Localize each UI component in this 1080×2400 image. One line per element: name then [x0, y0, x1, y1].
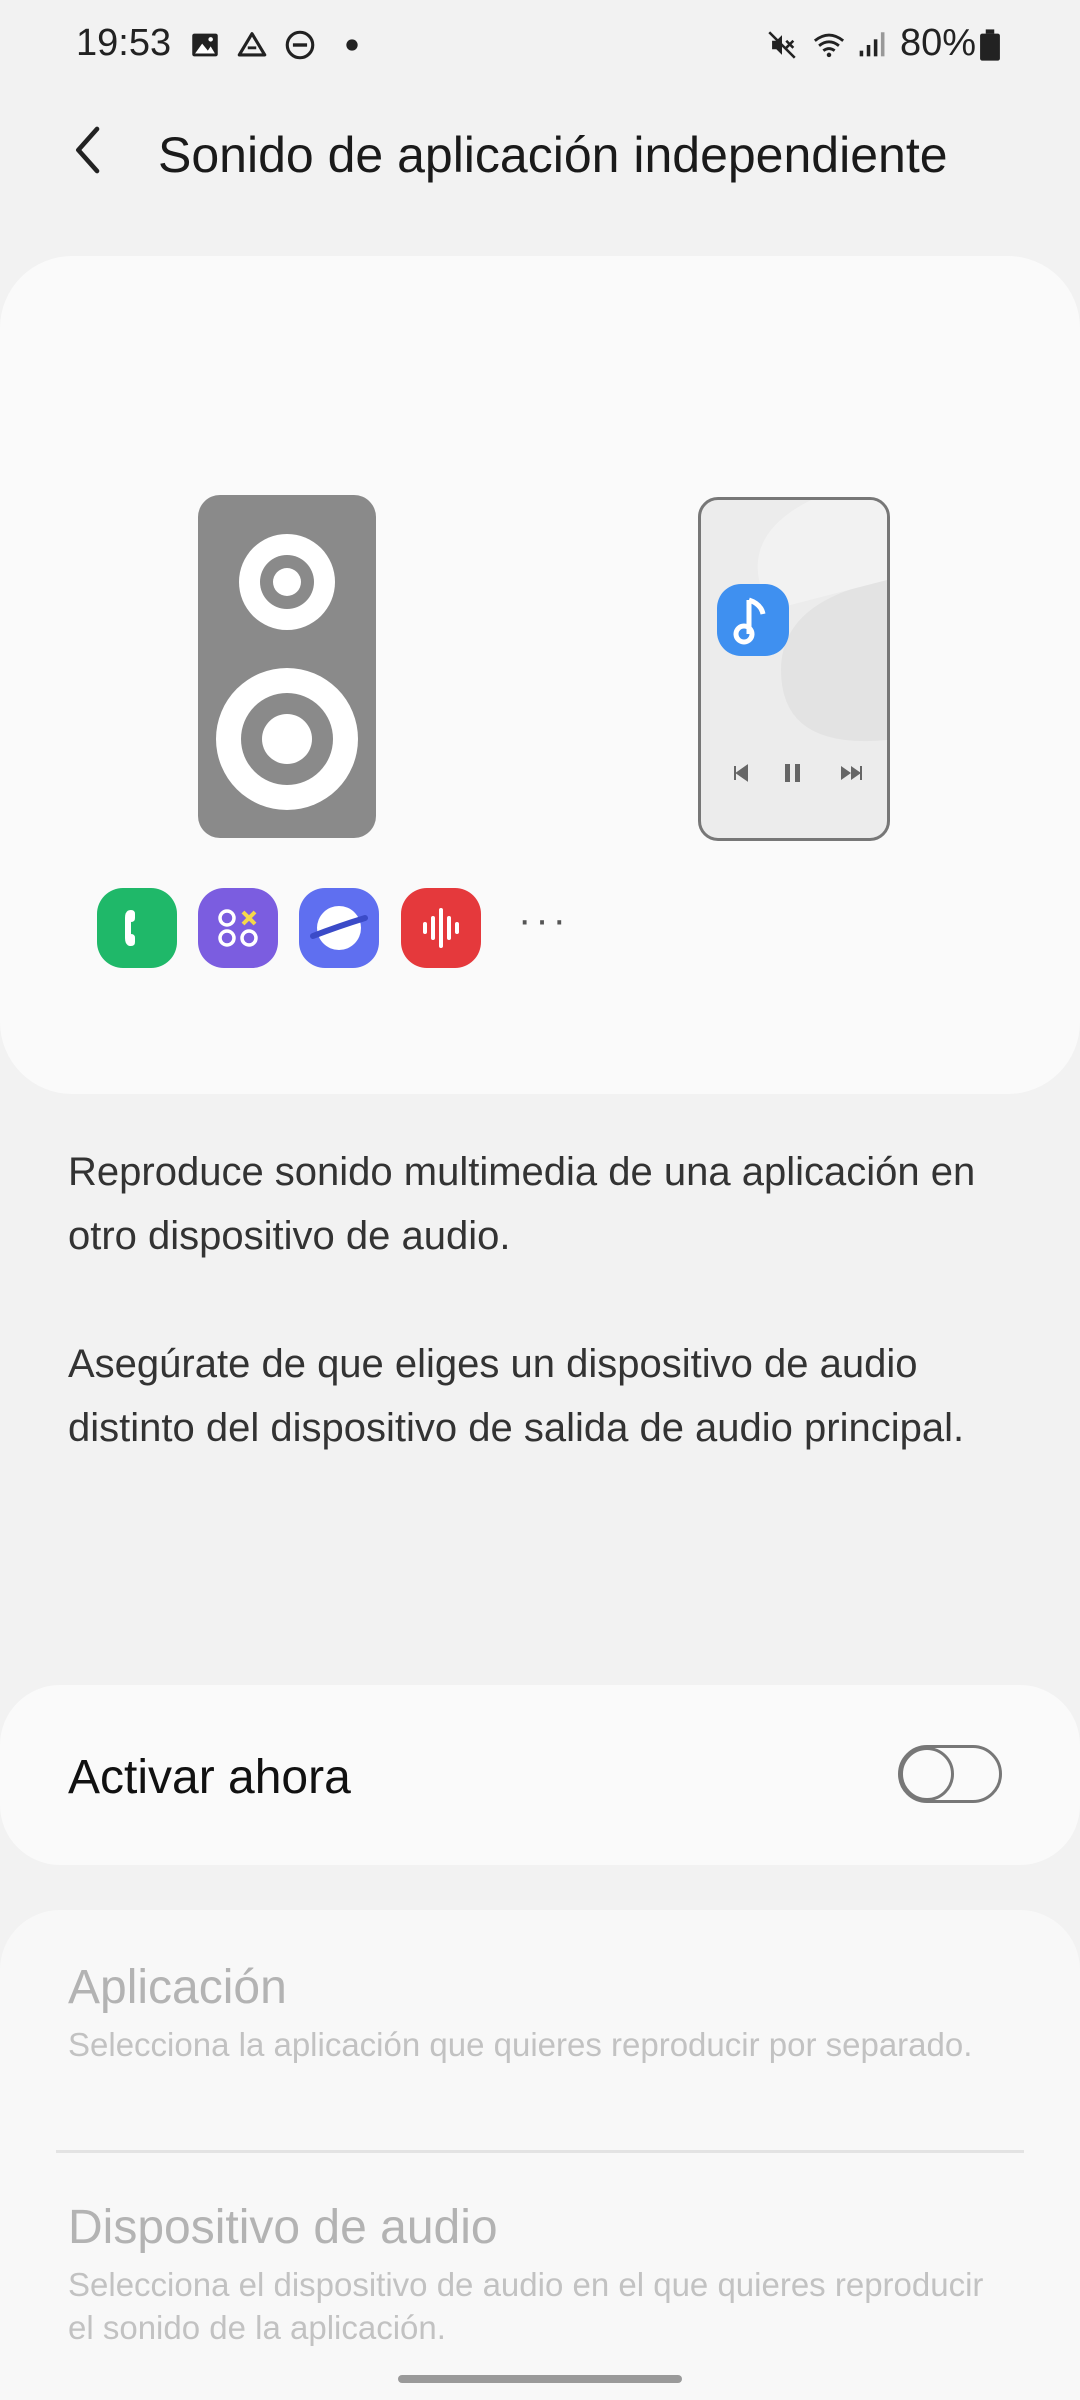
- dot-icon: [346, 39, 358, 51]
- pause-icon: [785, 764, 790, 782]
- audio-device-setting-subtitle: Selecciona el dispositivo de audio en el…: [68, 2266, 984, 2346]
- internet-icon: [299, 888, 379, 968]
- signal-icon: [859, 32, 885, 57]
- mute-icon: [768, 31, 796, 59]
- voice-recorder-icon: [401, 888, 481, 968]
- illustration-card: [0, 256, 1080, 1094]
- speaker-illustration: [198, 495, 376, 838]
- wifi-icon: [813, 33, 845, 58]
- gesture-nav-bar[interactable]: [398, 2375, 682, 2383]
- drive-icon: [237, 32, 267, 57]
- switch-knob[interactable]: [900, 1747, 954, 1801]
- description-text-1: Reproduce sonido multimedia de una aplic…: [68, 1150, 976, 1258]
- apps-icon: [198, 888, 278, 968]
- music-icon: [717, 584, 789, 656]
- back-icon[interactable]: [62, 122, 118, 178]
- description-text-2: Asegúrate de que eliges un dispositivo d…: [68, 1342, 965, 1450]
- app-setting-subtitle: Selecciona la aplicación que quieres rep…: [68, 2026, 973, 2063]
- dnd-icon: [285, 30, 315, 60]
- page-title: Sonido de aplicación independiente: [158, 127, 948, 183]
- status-bar: 19:53 80%: [0, 0, 1080, 90]
- activate-now-label: Activar ahora: [68, 1751, 351, 1804]
- phone-illustration: [698, 497, 890, 841]
- app-setting-title[interactable]: Aplicación: [68, 1960, 287, 2015]
- status-time: 19:53: [76, 22, 172, 64]
- battery-icon: [980, 29, 1000, 61]
- phone-app-icon: [97, 888, 177, 968]
- more-apps-indicator: ···: [518, 898, 570, 942]
- battery-percent: 80%: [900, 22, 977, 64]
- next-icon: [841, 766, 861, 780]
- gallery-icon: [192, 33, 218, 57]
- audio-device-setting-title[interactable]: Dispositivo de audio: [68, 2200, 498, 2255]
- previous-icon: [734, 764, 748, 782]
- divider: [56, 2150, 1024, 2153]
